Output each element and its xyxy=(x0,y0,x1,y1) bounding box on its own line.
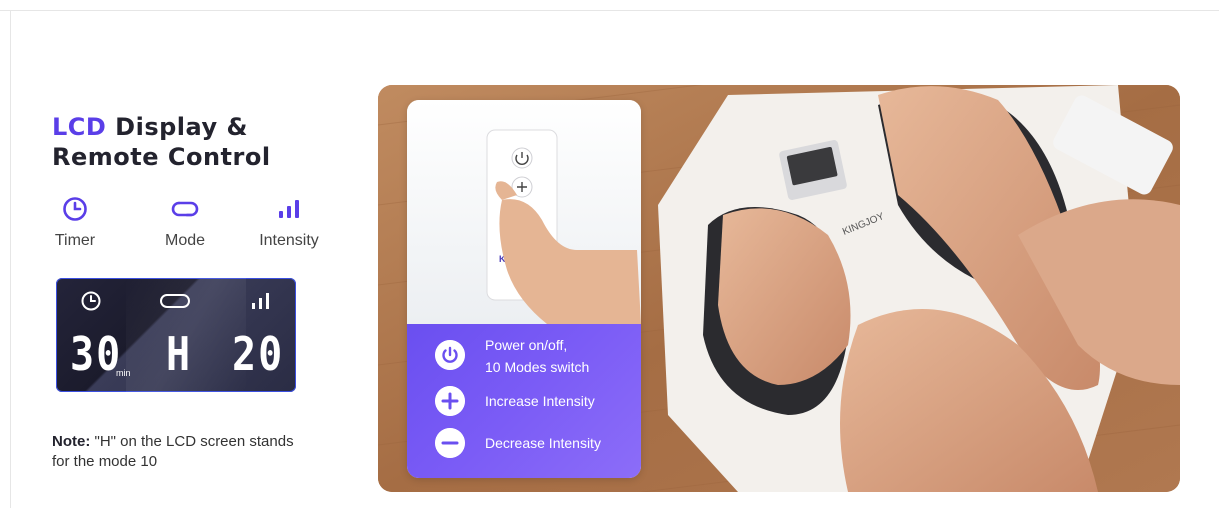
page-title: LCD Display & Remote Control xyxy=(52,112,271,172)
lcd-mode-value: H xyxy=(166,328,193,382)
title-line2: Remote Control xyxy=(52,143,271,171)
lcd-clock-icon xyxy=(81,291,101,311)
frame-top-border xyxy=(0,10,1219,11)
remote-legend-panel: Power on/off, 10 Modes switch Increase I… xyxy=(407,324,641,478)
title-accent: LCD xyxy=(52,113,107,141)
clock-icon xyxy=(63,197,87,221)
legend-power-line1: Power on/off, xyxy=(485,337,568,353)
legend-decrease-label: Decrease Intensity xyxy=(485,435,601,451)
lcd-intensity-icon xyxy=(252,293,269,309)
feature-mode-label: Mode xyxy=(164,232,206,249)
feature-timer-label: Timer xyxy=(54,232,96,249)
feature-intensity-label: Intensity xyxy=(259,232,319,249)
legend-power-line2: 10 Modes switch xyxy=(485,359,590,375)
power-icon xyxy=(435,340,465,370)
title-line1: Display & xyxy=(106,113,248,141)
remote-info-card: KINGJOY Power on/off, 10 Modes switch In… xyxy=(407,100,641,478)
intensity-bars-icon xyxy=(279,200,299,218)
lcd-intensity-value: 20 xyxy=(232,328,285,382)
remote-illustration: KINGJOY xyxy=(486,129,641,324)
lcd-display: 30 min H 20 xyxy=(56,278,296,392)
lcd-mode-icon xyxy=(160,294,190,308)
lcd-timer-unit: min xyxy=(116,368,131,378)
remote-image-area: KINGJOY xyxy=(407,100,641,324)
note-text: Note: "H" on the LCD screen stands for t… xyxy=(52,432,312,472)
feature-mode: Mode xyxy=(140,196,230,250)
lcd-timer-value: 30 xyxy=(70,328,123,382)
feature-timer: Timer xyxy=(30,196,120,250)
legend-increase-label: Increase Intensity xyxy=(485,393,595,409)
plus-icon xyxy=(435,386,465,416)
minus-icon xyxy=(435,428,465,458)
mode-loop-icon xyxy=(171,201,199,217)
frame-left-border xyxy=(10,10,11,508)
note-label: Note: xyxy=(52,433,91,450)
feature-intensity: Intensity xyxy=(244,196,334,250)
